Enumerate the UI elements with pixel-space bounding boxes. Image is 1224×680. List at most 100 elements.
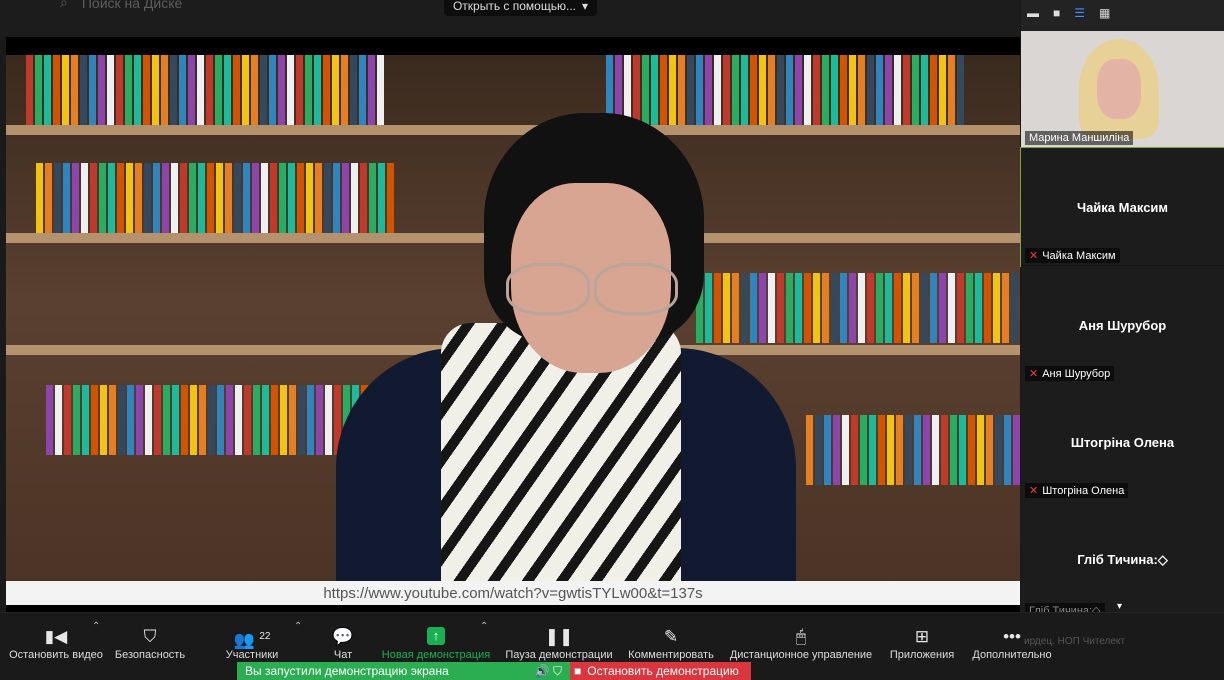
search-icon: ⌕ bbox=[60, 0, 68, 10]
participants-button[interactable]: 👥 22 Участники bbox=[220, 617, 284, 661]
remote-control-button[interactable]: 🖱 Дистанционное управление bbox=[728, 617, 874, 661]
book-spine bbox=[145, 385, 152, 455]
apps-button[interactable]: ⊞ Приложения bbox=[888, 617, 956, 661]
book-spine bbox=[1004, 415, 1011, 485]
book-spine bbox=[316, 385, 323, 455]
strip-view-icon[interactable]: ☰ bbox=[1074, 6, 1085, 20]
book-spine bbox=[325, 385, 332, 455]
book-spine bbox=[948, 55, 955, 125]
book-spine bbox=[903, 55, 910, 125]
book-spine bbox=[109, 385, 116, 455]
more-icon: ••• bbox=[1003, 627, 1021, 646]
grid-view-icon[interactable]: ▦ bbox=[1099, 6, 1110, 20]
book-spine bbox=[939, 55, 946, 125]
books bbox=[26, 55, 384, 125]
book-spine bbox=[1002, 273, 1009, 343]
book-spine bbox=[82, 385, 89, 455]
comment-button[interactable]: ✎ Комментировать bbox=[626, 617, 716, 661]
participant-tile[interactable]: Марина Маншиліна bbox=[1021, 31, 1224, 148]
participant-tile[interactable]: Гліб Тичина:◇ Гліб Тичина:◇ ▾ bbox=[1021, 500, 1224, 618]
book-spine bbox=[54, 163, 61, 233]
participant-tile[interactable]: Чайка Максим ✕ Чайка Максим bbox=[1020, 147, 1224, 267]
book-spine bbox=[858, 55, 865, 125]
book-spine bbox=[216, 163, 223, 233]
book-spine bbox=[154, 385, 161, 455]
book-spine bbox=[824, 415, 831, 485]
book-spine bbox=[152, 55, 159, 125]
security-button[interactable]: ⛉ Безопасность bbox=[112, 617, 188, 661]
book-spine bbox=[795, 55, 802, 125]
youtube-video[interactable] bbox=[6, 55, 1020, 603]
book-spine bbox=[170, 55, 177, 125]
book-spine bbox=[72, 163, 79, 233]
book-spine bbox=[134, 55, 141, 125]
book-spine bbox=[849, 55, 856, 125]
single-view-icon[interactable]: ■ bbox=[1053, 6, 1060, 20]
book-spine bbox=[941, 415, 948, 485]
book-spine bbox=[287, 55, 294, 125]
book-spine bbox=[306, 163, 313, 233]
book-spine bbox=[932, 415, 939, 485]
book-spine bbox=[279, 163, 286, 233]
new-share-button[interactable]: ↑ Новая демонстрация bbox=[380, 617, 492, 661]
book-spine bbox=[233, 55, 240, 125]
sound-and-shield-icons: 🔊 ⛉ bbox=[534, 663, 562, 678]
book-spine bbox=[99, 163, 106, 233]
book-spine bbox=[215, 55, 222, 125]
book-spine bbox=[804, 273, 811, 343]
book-spine bbox=[44, 55, 51, 125]
book-spine bbox=[235, 385, 242, 455]
book-spine bbox=[125, 55, 132, 125]
book-spine bbox=[36, 163, 43, 233]
book-spine bbox=[867, 55, 874, 125]
stop-sharing-button[interactable]: ■ Остановить демонстрацию bbox=[570, 662, 751, 680]
book-spine bbox=[296, 55, 303, 125]
book-spine bbox=[252, 163, 259, 233]
book-spine bbox=[189, 163, 196, 233]
participant-tile[interactable]: Штогріна Олена ✕ Штогріна Олена bbox=[1021, 383, 1224, 501]
url-bar: https://www.youtube.com/watch?v=gwtisTYL… bbox=[6, 581, 1020, 605]
book-spine bbox=[959, 415, 966, 485]
participant-tile[interactable]: Аня Шурубор ✕ Аня Шурубор bbox=[1021, 266, 1224, 384]
open-with-button[interactable]: Открыть с помощью... ▾ bbox=[444, 0, 597, 16]
book-spine bbox=[91, 385, 98, 455]
book-spine bbox=[98, 55, 105, 125]
book-spine bbox=[896, 415, 903, 485]
book-spine bbox=[950, 415, 957, 485]
book-spine bbox=[242, 55, 249, 125]
book-spine bbox=[912, 55, 919, 125]
book-spine bbox=[968, 415, 975, 485]
chat-icon: 💬 bbox=[332, 627, 354, 646]
glasses bbox=[496, 263, 686, 315]
chevron-up-icon[interactable]: ⌃ bbox=[294, 621, 302, 632]
view-controls[interactable]: ▬ ■ ☰ ▦ bbox=[1027, 6, 1110, 20]
minimize-icon[interactable]: ▬ bbox=[1027, 6, 1039, 20]
book-spine bbox=[217, 385, 224, 455]
book-spine bbox=[289, 385, 296, 455]
book-spine bbox=[108, 163, 115, 233]
book-spine bbox=[127, 385, 134, 455]
book-spine bbox=[251, 55, 258, 125]
book-spine bbox=[270, 163, 277, 233]
open-with-label: Открыть с помощью... bbox=[452, 0, 576, 13]
stop-video-button[interactable]: ▮◀ Остановить видео bbox=[8, 617, 104, 661]
chevron-up-icon[interactable]: ⌃ bbox=[92, 621, 100, 632]
book-spine bbox=[851, 415, 858, 485]
book-spine bbox=[324, 163, 331, 233]
book-spine bbox=[81, 163, 88, 233]
participant-name: Аня Шурубор bbox=[1078, 318, 1167, 333]
book-spine bbox=[905, 415, 912, 485]
chevron-up-icon[interactable]: ⌃ bbox=[480, 621, 488, 632]
pause-icon: ❚❚ bbox=[544, 627, 574, 646]
chat-button[interactable]: 💬 Чат bbox=[326, 617, 360, 661]
book-spine bbox=[225, 163, 232, 233]
pencil-icon: ✎ bbox=[663, 627, 679, 646]
book-spine bbox=[288, 163, 295, 233]
book-spine bbox=[840, 55, 847, 125]
book-spine bbox=[197, 55, 204, 125]
book-spine bbox=[261, 163, 268, 233]
pause-share-button[interactable]: ❚❚ Пауза демонстрации bbox=[504, 617, 614, 661]
scroll-down-icon[interactable]: ▾ bbox=[1117, 601, 1122, 612]
book-spine bbox=[885, 55, 892, 125]
book-spine bbox=[181, 385, 188, 455]
